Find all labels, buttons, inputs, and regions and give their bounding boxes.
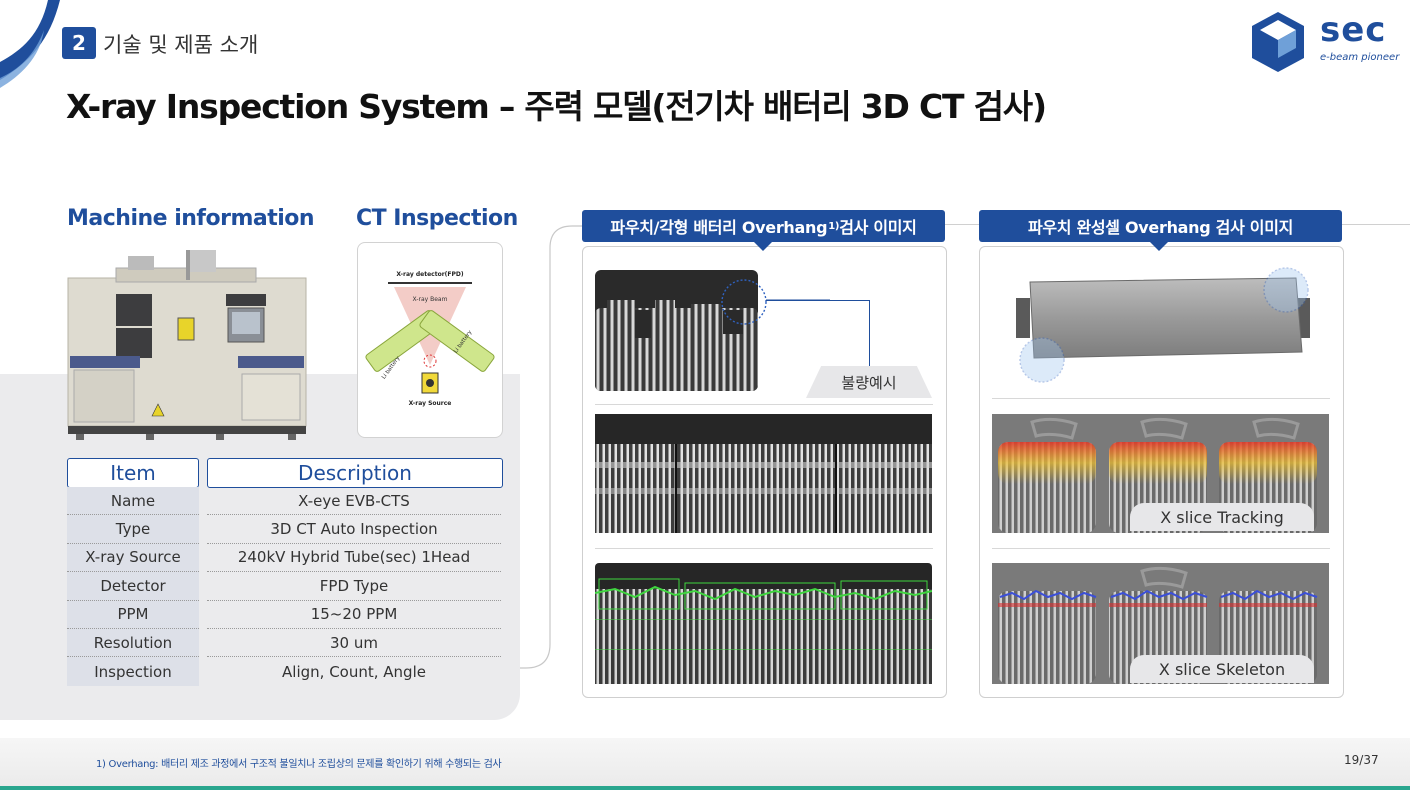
table-row: Name X-eye EVB-CTS bbox=[67, 487, 501, 516]
overhang-ct-image bbox=[595, 414, 932, 533]
section-title: 기술 및 제품 소개 bbox=[103, 33, 259, 57]
panel-divider bbox=[595, 548, 933, 549]
machine-image bbox=[67, 250, 307, 440]
tag-pointer-icon bbox=[754, 242, 772, 251]
table-cell-description: 3D CT Auto Inspection bbox=[207, 515, 501, 544]
table-cell-item: Type bbox=[67, 515, 199, 544]
tag-suffix: 검사 이미지 bbox=[839, 218, 917, 237]
ct-beam-label: X-ray Beam bbox=[412, 296, 448, 303]
table-cell-description: FPD Type bbox=[207, 572, 501, 601]
callout-vertical-line bbox=[869, 300, 870, 366]
tag-pointer-icon bbox=[1150, 242, 1168, 251]
defect-example-label: 불량예시 bbox=[806, 366, 932, 398]
table-row: Detector FPD Type bbox=[67, 572, 501, 601]
table-cell-item: Resolution bbox=[67, 629, 199, 658]
table-cell-description: 15~20 PPM bbox=[207, 601, 501, 629]
table-cell-item: X-ray Source bbox=[67, 544, 199, 573]
tag-footnote-marker: 1) bbox=[828, 220, 840, 232]
ct-detector-label: X-ray detector(FPD) bbox=[396, 271, 464, 278]
machine-info-heading: Machine information bbox=[67, 206, 315, 231]
table-row: X-ray Source 240kV Hybrid Tube(sec) 1Hea… bbox=[67, 544, 501, 573]
pouch-cell-panel-tag: 파우치 완성셀 Overhang 검사 이미지 bbox=[979, 210, 1342, 242]
tag-text: 파우치/각형 배터리 Overhang bbox=[610, 218, 828, 237]
table-cell-item: Name bbox=[67, 487, 199, 516]
panel-divider bbox=[992, 398, 1330, 399]
table-row: PPM 15~20 PPM bbox=[67, 601, 501, 629]
ct-source-label: X-ray Source bbox=[408, 400, 452, 407]
table-cell-item: Inspection bbox=[94, 662, 172, 681]
table-header-description: Description bbox=[207, 458, 503, 488]
page-title: X-ray Inspection System – 주력 모델(전기차 배터리 … bbox=[66, 87, 1047, 126]
x-slice-skeleton-label: X slice Skeleton bbox=[1130, 655, 1314, 683]
page-number: 19/37 bbox=[1344, 753, 1379, 767]
pouch-prismatic-panel-tag: 파우치/각형 배터리 Overhang 1) 검사 이미지 bbox=[582, 210, 945, 242]
overhang-detection-image bbox=[595, 563, 932, 684]
table-cell-description: 240kV Hybrid Tube(sec) 1Head bbox=[207, 544, 501, 573]
callout-horizontal-line bbox=[766, 300, 870, 301]
footnote: 1) Overhang: 배터리 제조 과정에서 구조적 불일치나 조립상의 문… bbox=[96, 759, 502, 770]
logo-tagline: e-beam pioneer bbox=[1320, 52, 1400, 63]
table-cell-description: 30 um bbox=[207, 629, 501, 658]
corner-swoosh-icon bbox=[0, 0, 60, 88]
table-row: Resolution 30 um bbox=[67, 629, 501, 658]
table-header-item: Item bbox=[67, 458, 199, 488]
panel-divider bbox=[992, 548, 1330, 549]
x-slice-tracking-label: X slice Tracking bbox=[1130, 503, 1314, 531]
table-cell-item: PPM bbox=[67, 601, 199, 629]
connector-bracket bbox=[520, 225, 582, 669]
footer-accent-line bbox=[0, 786, 1410, 790]
table-cell-description: X-eye EVB-CTS bbox=[207, 487, 501, 516]
defect-callout-lines bbox=[721, 279, 830, 325]
ct-inspection-heading: CT Inspection bbox=[356, 206, 518, 231]
table-cell-item: Detector bbox=[67, 572, 199, 601]
table-cell-description: Align, Count, Angle bbox=[282, 662, 426, 681]
ct-diagram: X-ray detector(FPD) X-ray Beam Li batter… bbox=[357, 242, 503, 438]
table-row: Type 3D CT Auto Inspection bbox=[67, 515, 501, 544]
sec-logo: sec e-beam pioneer bbox=[1248, 8, 1400, 76]
logo-word: sec bbox=[1320, 10, 1387, 50]
pouch-cell-image bbox=[1016, 267, 1310, 383]
section-number-badge: 2 bbox=[62, 27, 96, 59]
table-row: Inspection Align, Count, Angle bbox=[67, 657, 501, 685]
panel-divider bbox=[595, 404, 933, 405]
